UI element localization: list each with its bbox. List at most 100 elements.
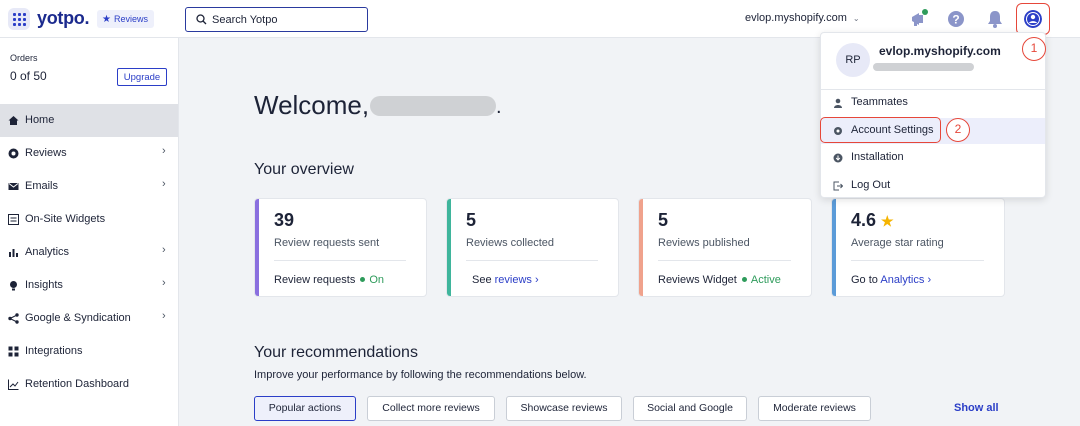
chevron-right-icon: › — [162, 178, 166, 190]
card-accent-bar — [639, 199, 643, 296]
card-description: Average star rating — [851, 237, 944, 249]
sidebar-item-label: Emails — [25, 180, 59, 192]
dropdown-store-name: evlop.myshopify.com — [879, 44, 1001, 58]
product-tag: ★ Reviews — [97, 10, 154, 28]
status-dot — [360, 277, 366, 283]
annotation-callout-2: 2 — [946, 118, 970, 142]
menu-item-label: Teammates — [851, 96, 908, 108]
show-all-link[interactable]: Show all — [954, 402, 999, 414]
sidebar-item-label: Integrations — [25, 345, 83, 357]
app-grid-icon[interactable] — [8, 8, 30, 30]
tab-popular-actions[interactable]: Popular actions — [254, 396, 356, 421]
chevron-right-icon: › — [162, 277, 166, 289]
card-footer[interactable]: Reviews Widget Active — [658, 274, 781, 286]
sidebar-item-insights[interactable]: Insights › — [0, 269, 178, 302]
sidebar-item-on-site-widgets[interactable]: On-Site Widgets — [0, 203, 178, 236]
card-value: 5 — [658, 210, 669, 230]
card-footer[interactable]: Review requests On — [274, 274, 384, 286]
chevron-down-icon: ⌄ — [852, 14, 860, 23]
menu-item-label: Installation — [851, 151, 904, 163]
status-dot — [741, 277, 747, 283]
tab-showcase-reviews[interactable]: Showcase reviews — [506, 396, 622, 421]
card-value: 39 — [274, 210, 295, 230]
person-icon — [834, 98, 842, 108]
email-icon — [8, 183, 19, 190]
sidebar-item-reviews[interactable]: Reviews › — [0, 137, 178, 170]
sidebar-item-home[interactable]: Home — [0, 104, 178, 137]
avatar: RP — [836, 43, 870, 77]
sidebar: Orders 0 of 50 Upgrade Home Reviews › Em… — [0, 38, 179, 426]
bell-icon[interactable] — [985, 9, 1005, 29]
reviews-icon — [8, 148, 19, 159]
user-icon — [1024, 10, 1042, 28]
widget-icon — [8, 214, 19, 225]
card-footer[interactable]: See reviews › — [472, 274, 539, 286]
menu-item-log-out[interactable]: Log Out — [821, 173, 1045, 199]
sidebar-item-analytics[interactable]: Analytics › — [0, 236, 178, 269]
card-reviews-published: 5 Reviews published Reviews Widget Active — [638, 198, 812, 297]
overview-title: Your overview — [254, 161, 354, 178]
card-divider — [274, 260, 406, 261]
analytics-link[interactable]: Analytics — [880, 274, 924, 286]
card-value: 4.6 ★ — [851, 210, 894, 231]
card-review-requests: 39 Review requests sent Review requests O… — [254, 198, 427, 297]
search-icon — [196, 14, 207, 25]
chevron-right-icon: › — [535, 274, 539, 286]
card-value: 5 — [466, 210, 477, 230]
menu-item-installation[interactable]: Installation — [821, 145, 1045, 171]
search-box[interactable] — [185, 7, 368, 32]
recommendations-title: Your recommendations — [254, 344, 418, 361]
insights-icon — [10, 281, 17, 291]
welcome-period: . — [496, 96, 502, 118]
chevron-right-icon: › — [162, 145, 166, 157]
card-footer-label: Reviews Widget — [658, 274, 737, 286]
account-menu-button[interactable] — [1016, 3, 1050, 35]
logout-icon — [833, 181, 843, 191]
card-footer[interactable]: Go to Analytics › — [851, 274, 931, 286]
analytics-icon — [9, 249, 18, 257]
yotpo-logo[interactable]: yotpo. — [37, 8, 90, 29]
card-divider — [658, 260, 791, 261]
redacted-username — [370, 96, 496, 116]
orders-label: Orders — [10, 53, 38, 63]
recommendations-subtitle: Improve your performance by following th… — [254, 369, 587, 381]
store-selector[interactable]: evlop.myshopify.com ⌄ — [745, 12, 860, 24]
status-text: Active — [750, 274, 781, 286]
card-reviews-collected: 5 Reviews collected See reviews › — [446, 198, 619, 297]
orders-value: 0 of 50 — [10, 69, 47, 83]
menu-item-label: Log Out — [851, 179, 891, 191]
install-icon — [833, 153, 843, 163]
card-footer-prefix: Go to — [851, 274, 878, 286]
card-divider — [466, 260, 598, 261]
rating-value: 4.6 — [851, 210, 877, 230]
tab-collect-more-reviews[interactable]: Collect more reviews — [367, 396, 495, 421]
card-footer-label: Review requests — [274, 274, 356, 286]
search-input[interactable] — [212, 11, 362, 29]
sidebar-item-retention-dashboard[interactable]: Retention Dashboard — [0, 368, 178, 401]
sidebar-item-label: Analytics — [25, 246, 70, 258]
tab-social-and-google[interactable]: Social and Google — [633, 396, 747, 421]
sidebar-item-label: Google & Syndication — [25, 312, 131, 324]
announcements-icon[interactable] — [909, 9, 929, 29]
sidebar-item-google-syndication[interactable]: Google & Syndication › — [0, 302, 178, 335]
tab-moderate-reviews[interactable]: Moderate reviews — [758, 396, 871, 421]
card-divider — [851, 260, 984, 261]
card-average-rating: 4.6 ★ Average star rating Go to Analytic… — [831, 198, 1005, 297]
redacted-email — [873, 63, 974, 71]
card-accent-bar — [255, 199, 259, 296]
star-icon: ★ — [102, 14, 111, 25]
upgrade-button[interactable]: Upgrade — [117, 68, 167, 86]
chevron-right-icon: › — [927, 274, 932, 286]
card-description: Reviews collected — [466, 237, 555, 249]
home-icon — [8, 116, 19, 125]
card-footer-prefix: See — [472, 274, 492, 286]
menu-item-teammates[interactable]: Teammates — [821, 90, 1045, 116]
reviews-link[interactable]: reviews — [495, 274, 532, 286]
sidebar-item-label: Retention Dashboard — [25, 378, 129, 390]
help-icon[interactable]: ? — [946, 9, 966, 29]
retention-icon — [8, 379, 19, 390]
annotation-highlight — [820, 117, 941, 143]
sidebar-item-integrations[interactable]: Integrations — [0, 335, 178, 368]
sidebar-item-emails[interactable]: Emails › — [0, 170, 178, 203]
sidebar-item-label: On-Site Widgets — [25, 213, 106, 225]
